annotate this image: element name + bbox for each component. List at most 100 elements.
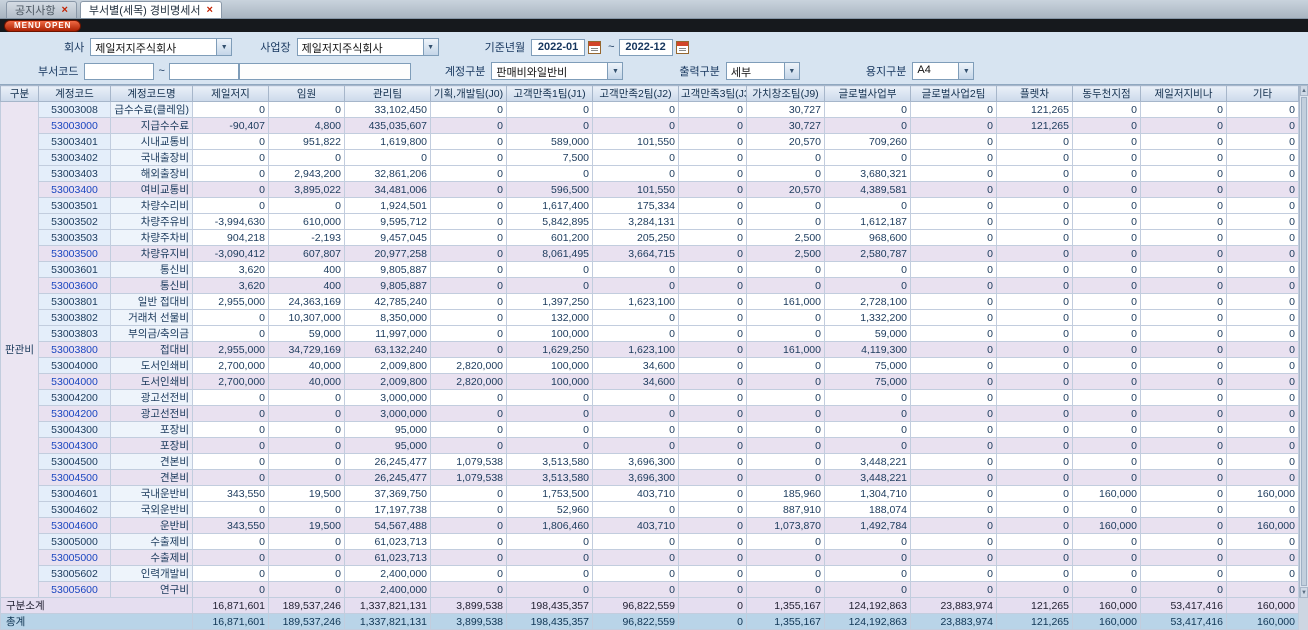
- column-header[interactable]: 구분: [0, 85, 39, 102]
- column-header[interactable]: 고객만족2팀(J2): [592, 85, 679, 102]
- table-row[interactable]: 53004200 광고선전비 0 0 3,000,000 0 0 0 0 0 0 0 0 0 0 0: [1, 389, 1299, 406]
- value-cell: 0: [506, 261, 593, 278]
- table-row[interactable]: 53003500 차량유지비 -3,090,412 607,807 20,977,258…: [1, 245, 1299, 262]
- column-header[interactable]: 고객만족3팀(J3): [678, 85, 747, 102]
- table-row[interactable]: 53003600 통신비 3,620 400 9,805,887 0 0 0 0 0 0 0 0 0 0 0: [1, 277, 1299, 294]
- column-header[interactable]: 관리팀: [344, 85, 431, 102]
- table-row[interactable]: 53005602 인력개발비 0 0 2,400,000 0 0 0 0 0 0 0 0 0 0 0: [1, 565, 1299, 582]
- table-row[interactable]: 53003601 통신비 3,620 400 9,805,887 0 0 0 0 0 0 0 0 0 0 0: [1, 261, 1299, 278]
- value-cell: 0: [678, 549, 747, 566]
- close-icon[interactable]: ×: [61, 4, 67, 16]
- table-row[interactable]: 53003501 차량수리비 0 0 1,924,501 0 1,617,400 175,33…: [1, 197, 1299, 214]
- value-cell: 0: [910, 549, 997, 566]
- vertical-scrollbar[interactable]: ▲ ▼: [1299, 85, 1308, 598]
- column-header[interactable]: 계정코드: [38, 85, 111, 102]
- value-cell: 0: [1140, 213, 1227, 230]
- table-row[interactable]: 53003401 시내교통비 0 951,822 1,619,800 0 589,000 10…: [1, 133, 1299, 150]
- calendar-icon[interactable]: [588, 40, 602, 54]
- value-cell: 2,500: [746, 229, 825, 246]
- value-cell: 0: [824, 261, 911, 278]
- table-row[interactable]: 53003803 부의금/축의금 0 59,000 11,997,000 0 100,000…: [1, 325, 1299, 342]
- period-to-input[interactable]: [618, 38, 673, 56]
- close-icon[interactable]: ×: [207, 4, 213, 16]
- table-row[interactable]: 53005000 수출제비 0 0 61,023,713 0 0 0 0 0 0 0 0 0 0 0: [1, 533, 1299, 550]
- scroll-down-icon[interactable]: ▼: [1300, 587, 1308, 598]
- workplace-select[interactable]: 제일저지주식회사 ▼: [296, 38, 439, 56]
- table-row[interactable]: 53003802 거래처 선물비 0 10,307,000 8,350,000 0 132,…: [1, 309, 1299, 326]
- value-cell: 0: [678, 485, 747, 502]
- table-row[interactable]: 53004500 견본비 0 0 26,245,477 1,079,538 3,513,58…: [1, 453, 1299, 470]
- column-header[interactable]: 플렛차: [996, 85, 1073, 102]
- value-cell: 2,009,800: [344, 357, 431, 374]
- table-row[interactable]: 53004601 국내운반비 343,550 19,500 37,369,750 0 1,7…: [1, 485, 1299, 502]
- value-cell: 0: [1226, 357, 1299, 374]
- subtotal-row[interactable]: 구분소계 16,871,601 189,537,246 1,337,821,131 3,…: [0, 597, 1299, 614]
- column-header[interactable]: 글로벌사업2팀: [910, 85, 997, 102]
- table-row[interactable]: 53004000 도서인쇄비 2,700,000 40,000 2,009,800 2,8…: [1, 373, 1299, 390]
- company-select[interactable]: 제일저지주식회사 ▼: [90, 38, 233, 56]
- value-cell: 0: [430, 437, 507, 454]
- value-cell: 0: [192, 437, 269, 454]
- column-header[interactable]: 제일저지비나: [1140, 85, 1227, 102]
- output-type-select[interactable]: 세부 ▼: [725, 62, 800, 80]
- column-header[interactable]: 기획,개발팀(J0): [430, 85, 507, 102]
- table-row[interactable]: 53004602 국외운반비 0 0 17,197,738 0 52,960 0 0 887,91…: [1, 501, 1299, 518]
- dept-code-to-input[interactable]: [168, 62, 239, 80]
- column-header[interactable]: 기타: [1226, 85, 1299, 102]
- scroll-up-icon[interactable]: ▲: [1300, 85, 1308, 96]
- value-cell: 0: [824, 565, 911, 582]
- expense-table-body: 판관비 53003008 급수수료(클레임) 0 0 33,102,450 0 0 0 0 30,7…: [0, 101, 1299, 630]
- menu-open-button[interactable]: MENU OPEN: [4, 19, 82, 32]
- table-row[interactable]: 53004000 도서인쇄비 2,700,000 40,000 2,009,800 2,8…: [1, 357, 1299, 374]
- value-cell: 0: [1140, 101, 1227, 118]
- account-code-cell: 53004200: [38, 389, 111, 406]
- account-type-select[interactable]: 판매비와일반비 ▼: [491, 62, 624, 80]
- calendar-icon[interactable]: [675, 40, 689, 54]
- table-row[interactable]: 53005000 수출제비 0 0 61,023,713 0 0 0 0 0 0 0 0 0 0 0: [1, 549, 1299, 566]
- table-row[interactable]: 53004500 견본비 0 0 26,245,477 1,079,538 3,513,58…: [1, 469, 1299, 486]
- table-row[interactable]: 53003000 지급수수료 -90,407 4,800 435,035,607 0 0 0 0…: [1, 117, 1299, 134]
- value-cell: 0: [592, 149, 679, 166]
- table-row[interactable]: 53003800 접대비 2,955,000 34,729,169 63,132,240…: [1, 341, 1299, 358]
- chevron-down-icon: ▼: [607, 63, 623, 79]
- table-row[interactable]: 53004600 운반비 343,550 19,500 54,567,488 0 1,806…: [1, 517, 1299, 534]
- table-row[interactable]: 53003400 여비교통비 0 3,895,022 34,481,006 0 596,50…: [1, 181, 1299, 198]
- value-cell: 0: [430, 389, 507, 406]
- value-cell: 0: [678, 261, 747, 278]
- dept-name-field[interactable]: [238, 62, 411, 80]
- table-row[interactable]: 53004300 포장비 0 0 95,000 0 0 0 0 0 0 0 0 0 0 0: [1, 437, 1299, 454]
- table-row[interactable]: 53004300 포장비 0 0 95,000 0 0 0 0 0 0 0 0 0 0 0: [1, 421, 1299, 438]
- value-cell: 3,696,300: [592, 469, 679, 486]
- table-row[interactable]: 53003402 국내출장비 0 0 0 0 7,500 0 0 0 0 0 0 0 0 0: [1, 149, 1299, 166]
- dept-code-from-input[interactable]: [84, 62, 155, 80]
- table-row[interactable]: 53003503 차량주차비 904,218 -2,193 9,457,045 0 601,…: [1, 229, 1299, 246]
- value-cell: 9,595,712: [344, 213, 431, 230]
- value-cell: 3,000,000: [344, 389, 431, 406]
- paper-type-select[interactable]: A4 ▼: [912, 62, 975, 80]
- scrollbar-thumb[interactable]: [1301, 97, 1307, 586]
- table-row[interactable]: 53004200 광고선전비 0 0 3,000,000 0 0 0 0 0 0 0 0 0 0 0: [1, 405, 1299, 422]
- column-header[interactable]: 계정코드명: [110, 85, 193, 102]
- column-header[interactable]: 제일저지: [192, 85, 269, 102]
- value-cell: 0: [824, 549, 911, 566]
- tab-notice[interactable]: 공지사항 ×: [6, 1, 77, 18]
- table-row[interactable]: 53003801 일반 접대비 2,955,000 24,363,169 42,785,…: [1, 293, 1299, 310]
- table-row[interactable]: 판관비 53003008 급수수료(클레임) 0 0 33,102,450 0 0 0 0 30,7…: [0, 101, 1299, 598]
- column-header[interactable]: 가치창조팀(J9): [746, 85, 825, 102]
- table-row[interactable]: 53003403 해외출장비 0 2,943,200 32,861,206 0 0 0 0 0 3,…: [1, 165, 1299, 182]
- total-row[interactable]: 총계 16,871,601 189,537,246 1,337,821,131 3,89…: [0, 613, 1299, 630]
- value-cell: 1,355,167: [746, 613, 825, 630]
- period-from-input[interactable]: [531, 38, 586, 56]
- value-cell: 968,600: [824, 229, 911, 246]
- column-header[interactable]: 임원: [268, 85, 345, 102]
- table-row[interactable]: 53005600 연구비 0 0 2,400,000 0 0 0 0 0 0 0 0 0 0 0: [1, 581, 1299, 598]
- column-header[interactable]: 동두천지점: [1072, 85, 1141, 102]
- tab-expense-report[interactable]: 부서별(세목) 경비명세서 ×: [79, 1, 222, 18]
- value-cell: 0: [996, 533, 1073, 550]
- value-cell: 0: [910, 229, 997, 246]
- table-row[interactable]: 53003502 차량주유비 -3,994,630 610,000 9,595,712 0…: [1, 213, 1299, 230]
- value-cell: 20,570: [746, 133, 825, 150]
- column-header[interactable]: 글로벌사업부: [824, 85, 911, 102]
- column-header[interactable]: 고객만족1팀(J1): [506, 85, 593, 102]
- value-cell: 0: [678, 341, 747, 358]
